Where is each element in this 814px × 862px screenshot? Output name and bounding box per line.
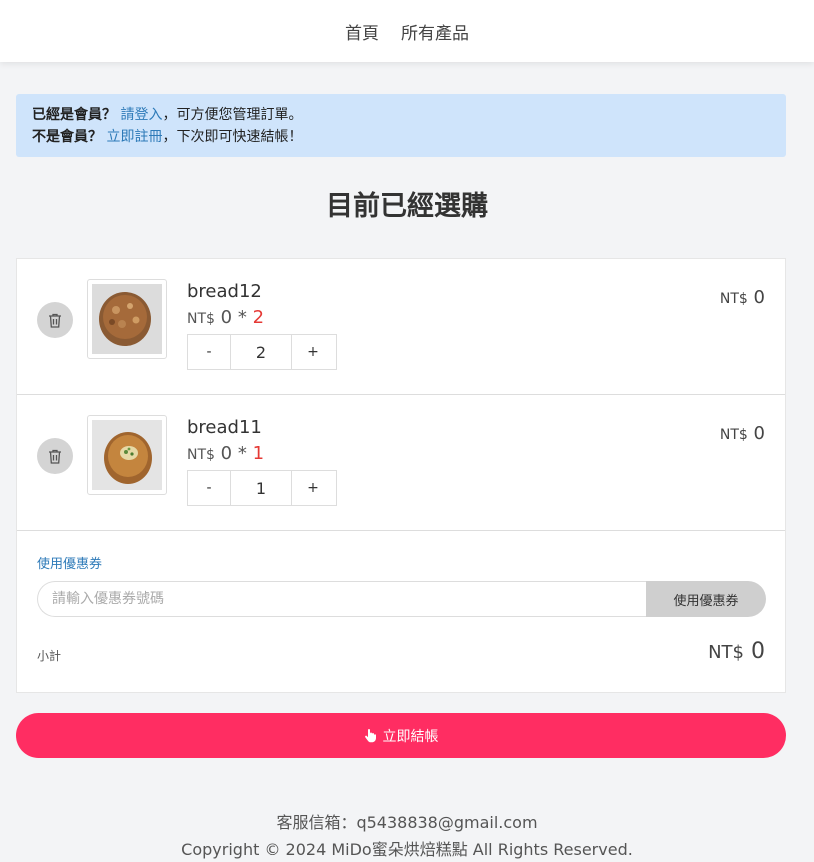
quantity-stepper: - 2 + [187,334,337,370]
increase-qty-button[interactable]: + [292,335,334,369]
currency-label: NT$ [719,291,748,307]
coupon-label: 使用優惠券 [37,557,103,572]
nav-products-link[interactable]: 所有產品 [401,19,469,44]
footer: 客服信箱：q5438838@gmail.com Copyright © 2024… [0,809,814,862]
alert-line-1: 已經是會員？ 請登入，可方便您管理訂單。 [32,104,770,126]
coupon-row: 使用優惠券 [37,581,766,617]
unit-price-value: 0 [220,443,233,464]
coupon-input[interactable] [37,581,646,617]
product-thumbnail [87,279,167,359]
bread-image [92,420,162,490]
item-name: bread11 [187,417,262,438]
navbar: 首頁 所有產品 [0,0,814,62]
delete-item-button[interactable] [37,438,73,474]
subtotal-value: NT$ 0 [708,639,765,664]
alert-line1-text: ，可方便您管理訂單。 [162,107,303,123]
item-name: bread12 [187,281,262,302]
bread-image [92,284,162,354]
register-link[interactable]: 立即註冊 [106,129,162,145]
cart-item: bread11 NT$ 0 * 1 - 1 + NT$ 0 [17,395,785,531]
trash-icon [49,313,61,328]
nav-home-link[interactable]: 首頁 [345,19,379,44]
delete-item-button[interactable] [37,302,73,338]
member-alert: 已經是會員？ 請登入，可方便您管理訂單。 不是會員？ 立即註冊，下次即可快速結帳… [16,94,786,157]
cart-item: bread12 NT$ 0 * 2 - 2 + NT$ 0 [17,259,785,395]
trash-icon [49,449,61,464]
subtotal-currency: NT$ [708,642,744,663]
currency-label: NT$ [719,427,748,443]
product-thumbnail [87,415,167,495]
apply-coupon-button[interactable]: 使用優惠券 [646,581,766,617]
increase-qty-button[interactable]: + [292,471,334,505]
alert-line-2: 不是會員？ 立即註冊，下次即可快速結帳！ [32,126,770,148]
item-qty-highlight: 2 [252,307,265,328]
footer-copyright: Copyright © 2024 MiDo蜜朵烘焙糕點 All Rights R… [181,840,633,859]
decrease-qty-button[interactable]: - [188,471,230,505]
alert-member-question: 已經是會員？ [32,107,116,123]
item-unit-price: NT$ 0 * 2 [187,307,264,328]
alert-nonmember-question: 不是會員？ [32,129,102,145]
checkout-button[interactable]: 立即結帳 [16,713,786,758]
decrease-qty-button[interactable]: - [188,335,230,369]
item-unit-price: NT$ 0 * 1 [187,443,264,464]
subtotal-amount: 0 [751,639,765,664]
currency-label: NT$ [187,311,215,327]
quantity-stepper: - 1 + [187,470,337,506]
unit-price-value: 0 [220,307,233,328]
checkout-label: 立即結帳 [382,728,439,745]
footer-email: 客服信箱：q5438838@gmail.com [276,813,538,832]
times-sign: * [237,307,247,328]
alert-line2-text: ，下次即可快速結帳！ [162,129,303,145]
subtotal-label: 小計 [37,649,62,663]
qty-field[interactable]: 2 [230,335,292,369]
item-total-value: 0 [753,423,765,444]
hand-pointer-icon [364,729,376,743]
qty-field[interactable]: 1 [230,471,292,505]
login-link[interactable]: 請登入 [120,107,162,123]
times-sign: * [237,443,247,464]
cart-card: bread12 NT$ 0 * 2 - 2 + NT$ 0 bread11 NT… [16,258,786,693]
currency-label: NT$ [187,447,215,463]
item-qty-highlight: 1 [252,443,265,464]
item-total: NT$ 0 [720,287,765,308]
item-total: NT$ 0 [720,423,765,444]
page-title: 目前已經選購 [326,191,488,222]
item-total-value: 0 [753,287,765,308]
